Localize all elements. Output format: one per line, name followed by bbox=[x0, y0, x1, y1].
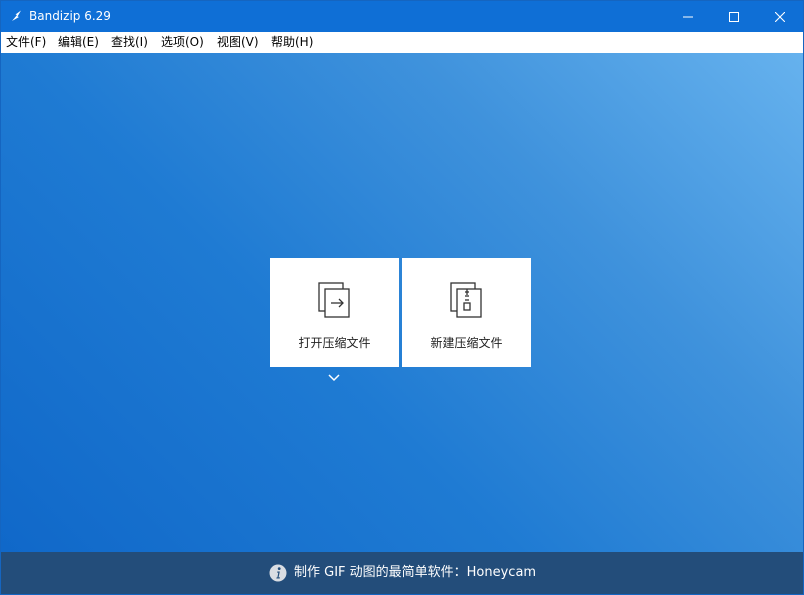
close-icon bbox=[775, 11, 785, 22]
status-promo-link[interactable]: 制作 GIF 动图的最简单软件：Honeycam bbox=[294, 565, 536, 581]
minimize-icon bbox=[683, 16, 693, 17]
menu-bar: 文件(F) 编辑(E) 查找(I) 选项(O) 视图(V) 帮助(H) bbox=[1, 32, 803, 54]
new-archive-label: 新建压缩文件 bbox=[430, 336, 503, 350]
menu-options[interactable]: 选项(O) bbox=[156, 32, 209, 53]
chevron-down-icon[interactable] bbox=[327, 373, 341, 383]
new-archive-icon bbox=[450, 282, 482, 318]
bandizip-logo-icon bbox=[12, 10, 21, 21]
open-archive-label: 打开压缩文件 bbox=[298, 336, 371, 350]
app-window: Bandizip 6.29 文件(F) 编辑(E) 查找(I) 选项(O) 视图… bbox=[0, 0, 804, 595]
menu-file[interactable]: 文件(F) bbox=[1, 32, 51, 53]
maximize-button[interactable] bbox=[711, 1, 757, 32]
close-button[interactable] bbox=[757, 1, 803, 32]
main-area: 打开压缩文件 新建压缩文件 bbox=[1, 53, 803, 552]
open-archive-button[interactable]: 打开压缩文件 bbox=[270, 258, 399, 367]
menu-find[interactable]: 查找(I) bbox=[106, 32, 153, 53]
menu-help[interactable]: 帮助(H) bbox=[266, 32, 318, 53]
window-title: Bandizip 6.29 bbox=[29, 9, 111, 23]
status-bar: 制作 GIF 动图的最简单软件：Honeycam bbox=[1, 552, 803, 594]
maximize-icon bbox=[729, 11, 739, 22]
info-icon bbox=[269, 564, 287, 582]
menu-edit[interactable]: 编辑(E) bbox=[53, 32, 104, 53]
open-archive-icon bbox=[318, 282, 350, 318]
title-bar[interactable]: Bandizip 6.29 bbox=[1, 1, 803, 32]
new-archive-button[interactable]: 新建压缩文件 bbox=[402, 258, 531, 367]
menu-view[interactable]: 视图(V) bbox=[212, 32, 264, 53]
minimize-button[interactable] bbox=[665, 1, 711, 32]
